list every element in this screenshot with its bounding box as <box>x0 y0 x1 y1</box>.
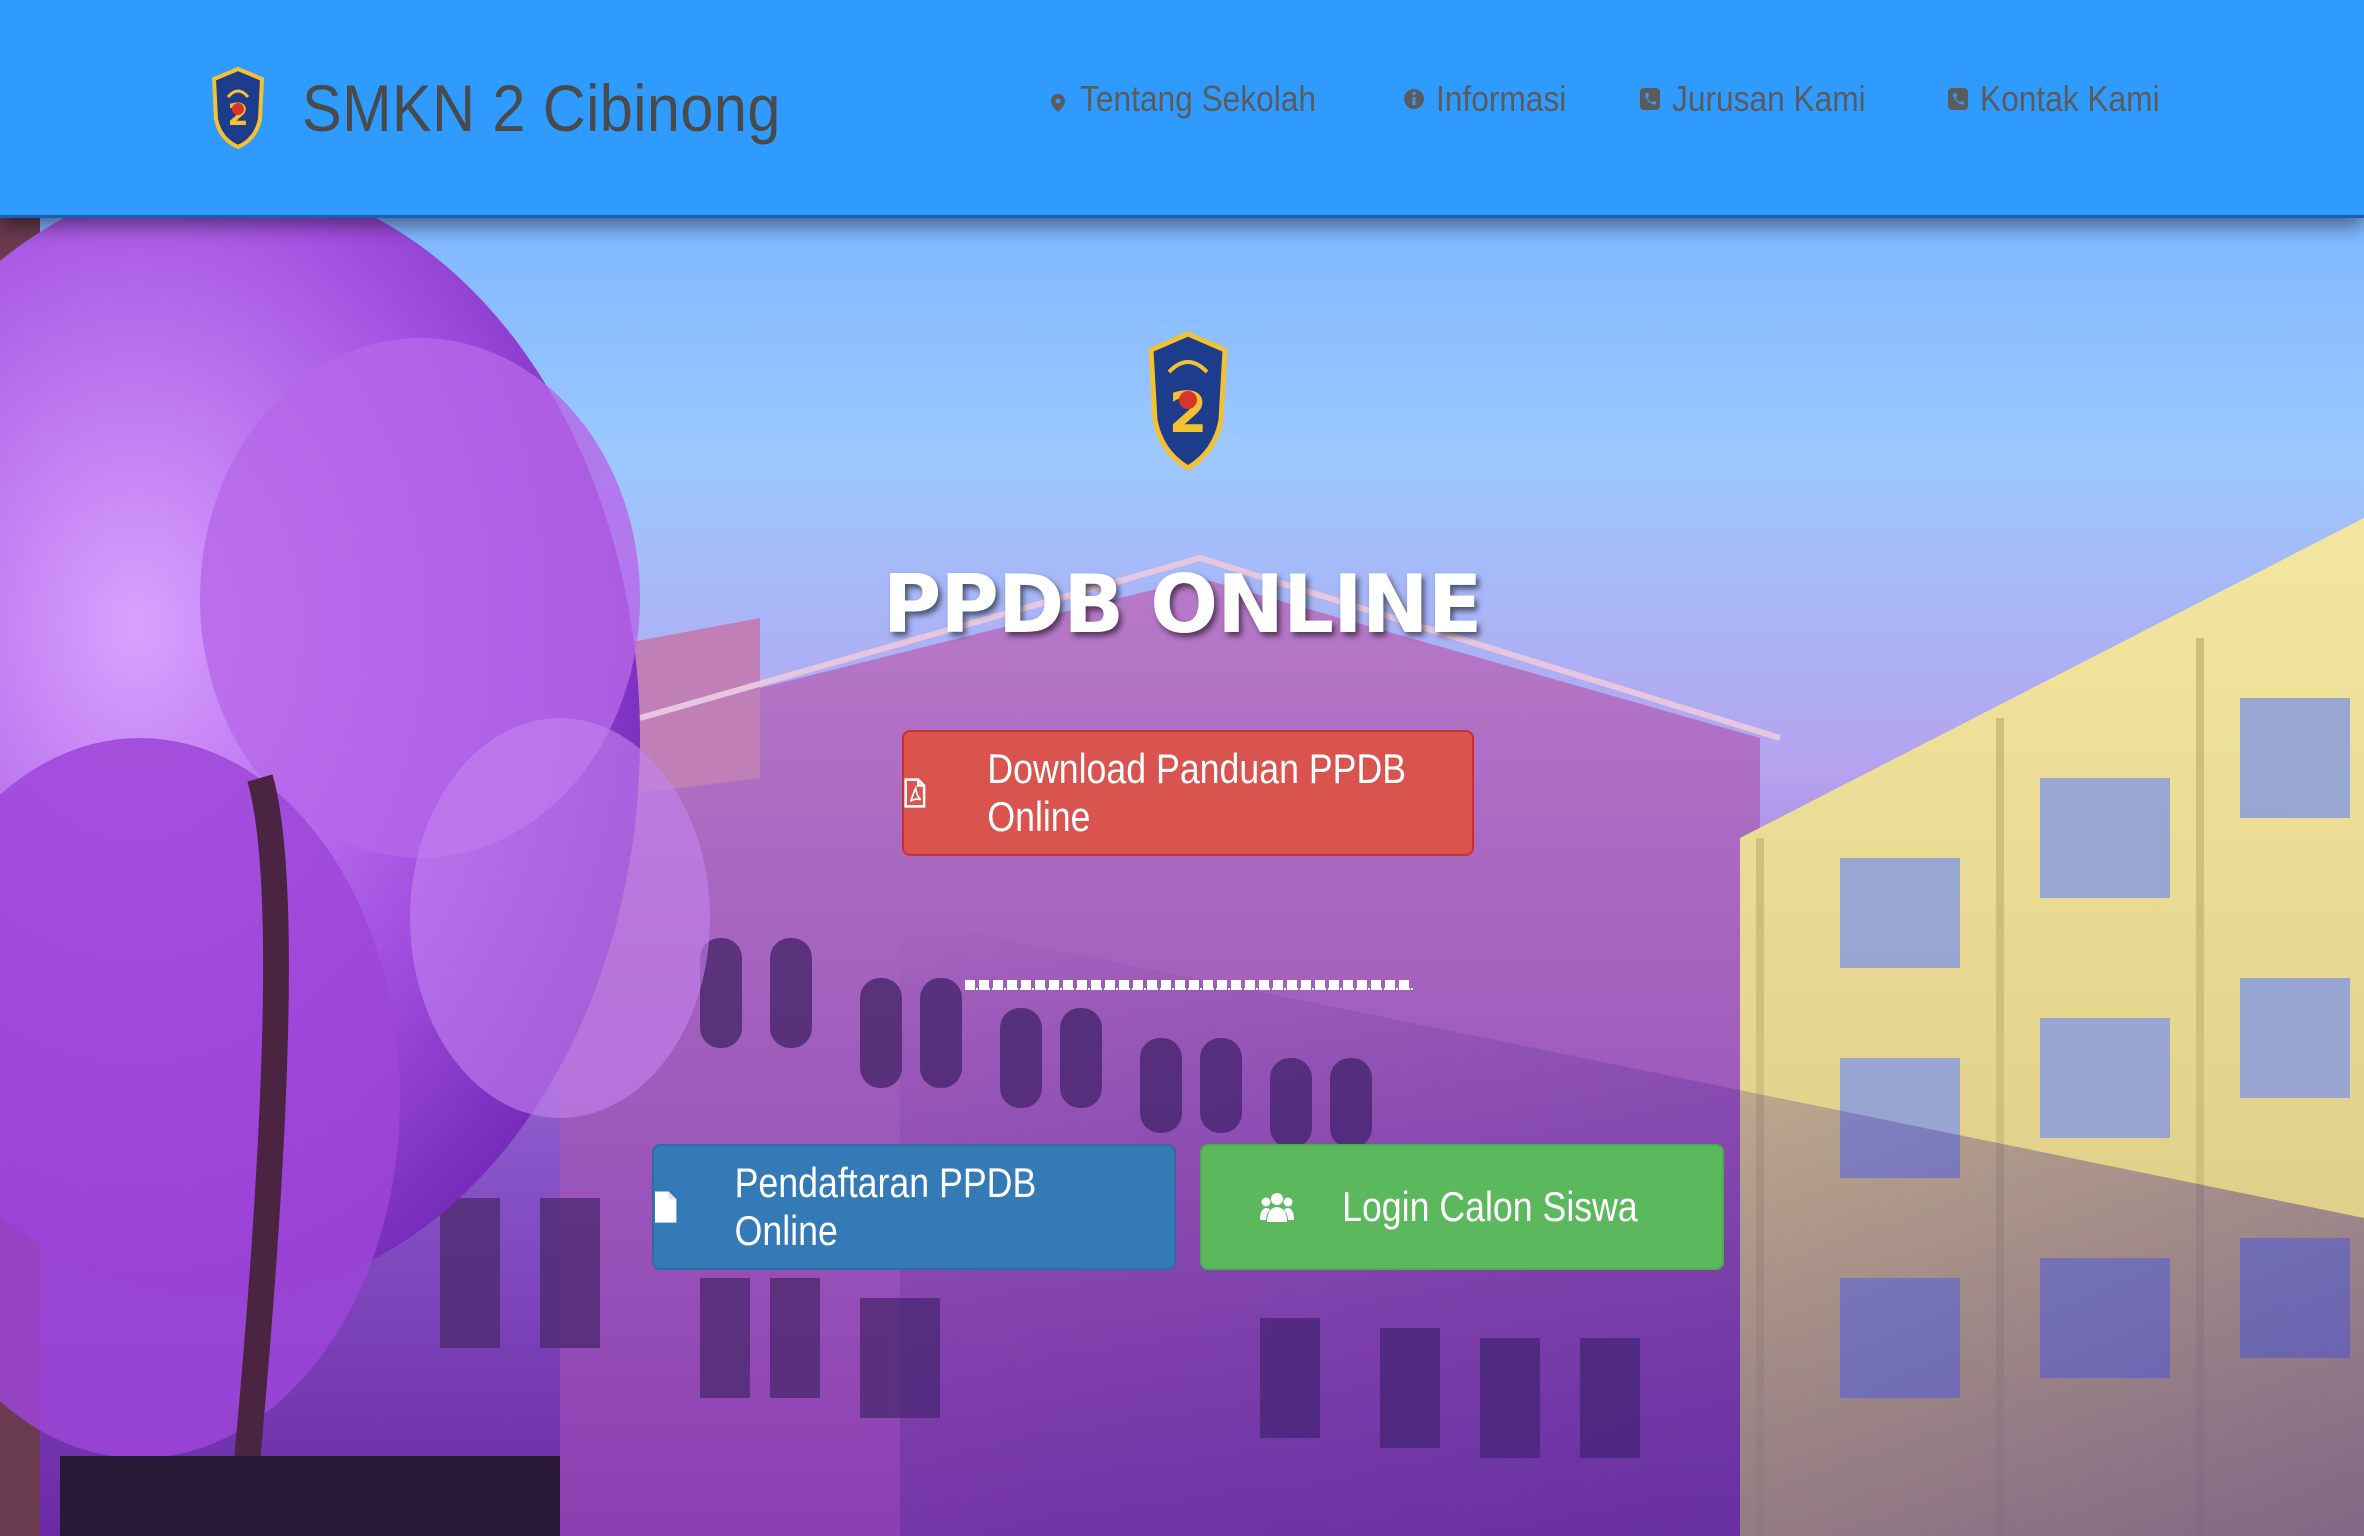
file-icon <box>654 1191 677 1223</box>
main-nav: Tentang Sekolah Informasi Jurusan Kami K… <box>1046 78 2184 120</box>
section-divider <box>965 980 1413 990</box>
nav-label: Tentang Sekolah <box>1079 78 1316 119</box>
school-crest-icon: 2 <box>1148 331 1228 471</box>
nav-kontak-kami[interactable]: Kontak Kami <box>1946 78 2184 120</box>
phone-square-icon <box>1639 88 1660 110</box>
brand-name: SMKN 2 Cibinong <box>302 71 781 145</box>
nav-jurusan-kami[interactable]: Jurusan Kami <box>1638 78 1892 120</box>
nav-label: Jurusan Kami <box>1671 78 1866 119</box>
button-label: Download Panduan PPDB Online <box>987 745 1406 840</box>
info-circle-icon <box>1403 89 1424 109</box>
file-pdf-icon <box>904 778 926 808</box>
nav-label: Kontak Kami <box>1979 78 2160 119</box>
brand[interactable]: 2 SMKN 2 Cibinong <box>210 58 834 158</box>
school-crest-icon: 2 <box>211 67 265 149</box>
page-title: PPDB ONLINE <box>882 558 1483 651</box>
map-marker-icon <box>1050 94 1065 112</box>
student-login-button[interactable]: Login Calon Siswa <box>1200 1144 1724 1270</box>
hero-section: 2 PPDB ONLINE Download Panduan PPDB Onli… <box>0 218 2364 1536</box>
nav-tentang-sekolah[interactable]: Tentang Sekolah <box>1046 78 1348 120</box>
svg-text:2: 2 <box>1169 381 1208 446</box>
download-guide-button[interactable]: Download Panduan PPDB Online <box>902 730 1474 856</box>
nav-label: Informasi <box>1435 78 1567 119</box>
top-navbar: 2 SMKN 2 Cibinong Tentang Sekolah Inform… <box>0 0 2364 218</box>
register-ppdb-button[interactable]: Pendaftaran PPDB Online <box>652 1144 1176 1270</box>
button-label: Pendaftaran PPDB Online <box>734 1159 1037 1254</box>
button-label: Login Calon Siswa <box>1342 1183 1638 1230</box>
phone-square-icon <box>1947 88 1968 110</box>
nav-informasi[interactable]: Informasi <box>1402 78 1584 120</box>
users-icon <box>1260 1193 1295 1222</box>
